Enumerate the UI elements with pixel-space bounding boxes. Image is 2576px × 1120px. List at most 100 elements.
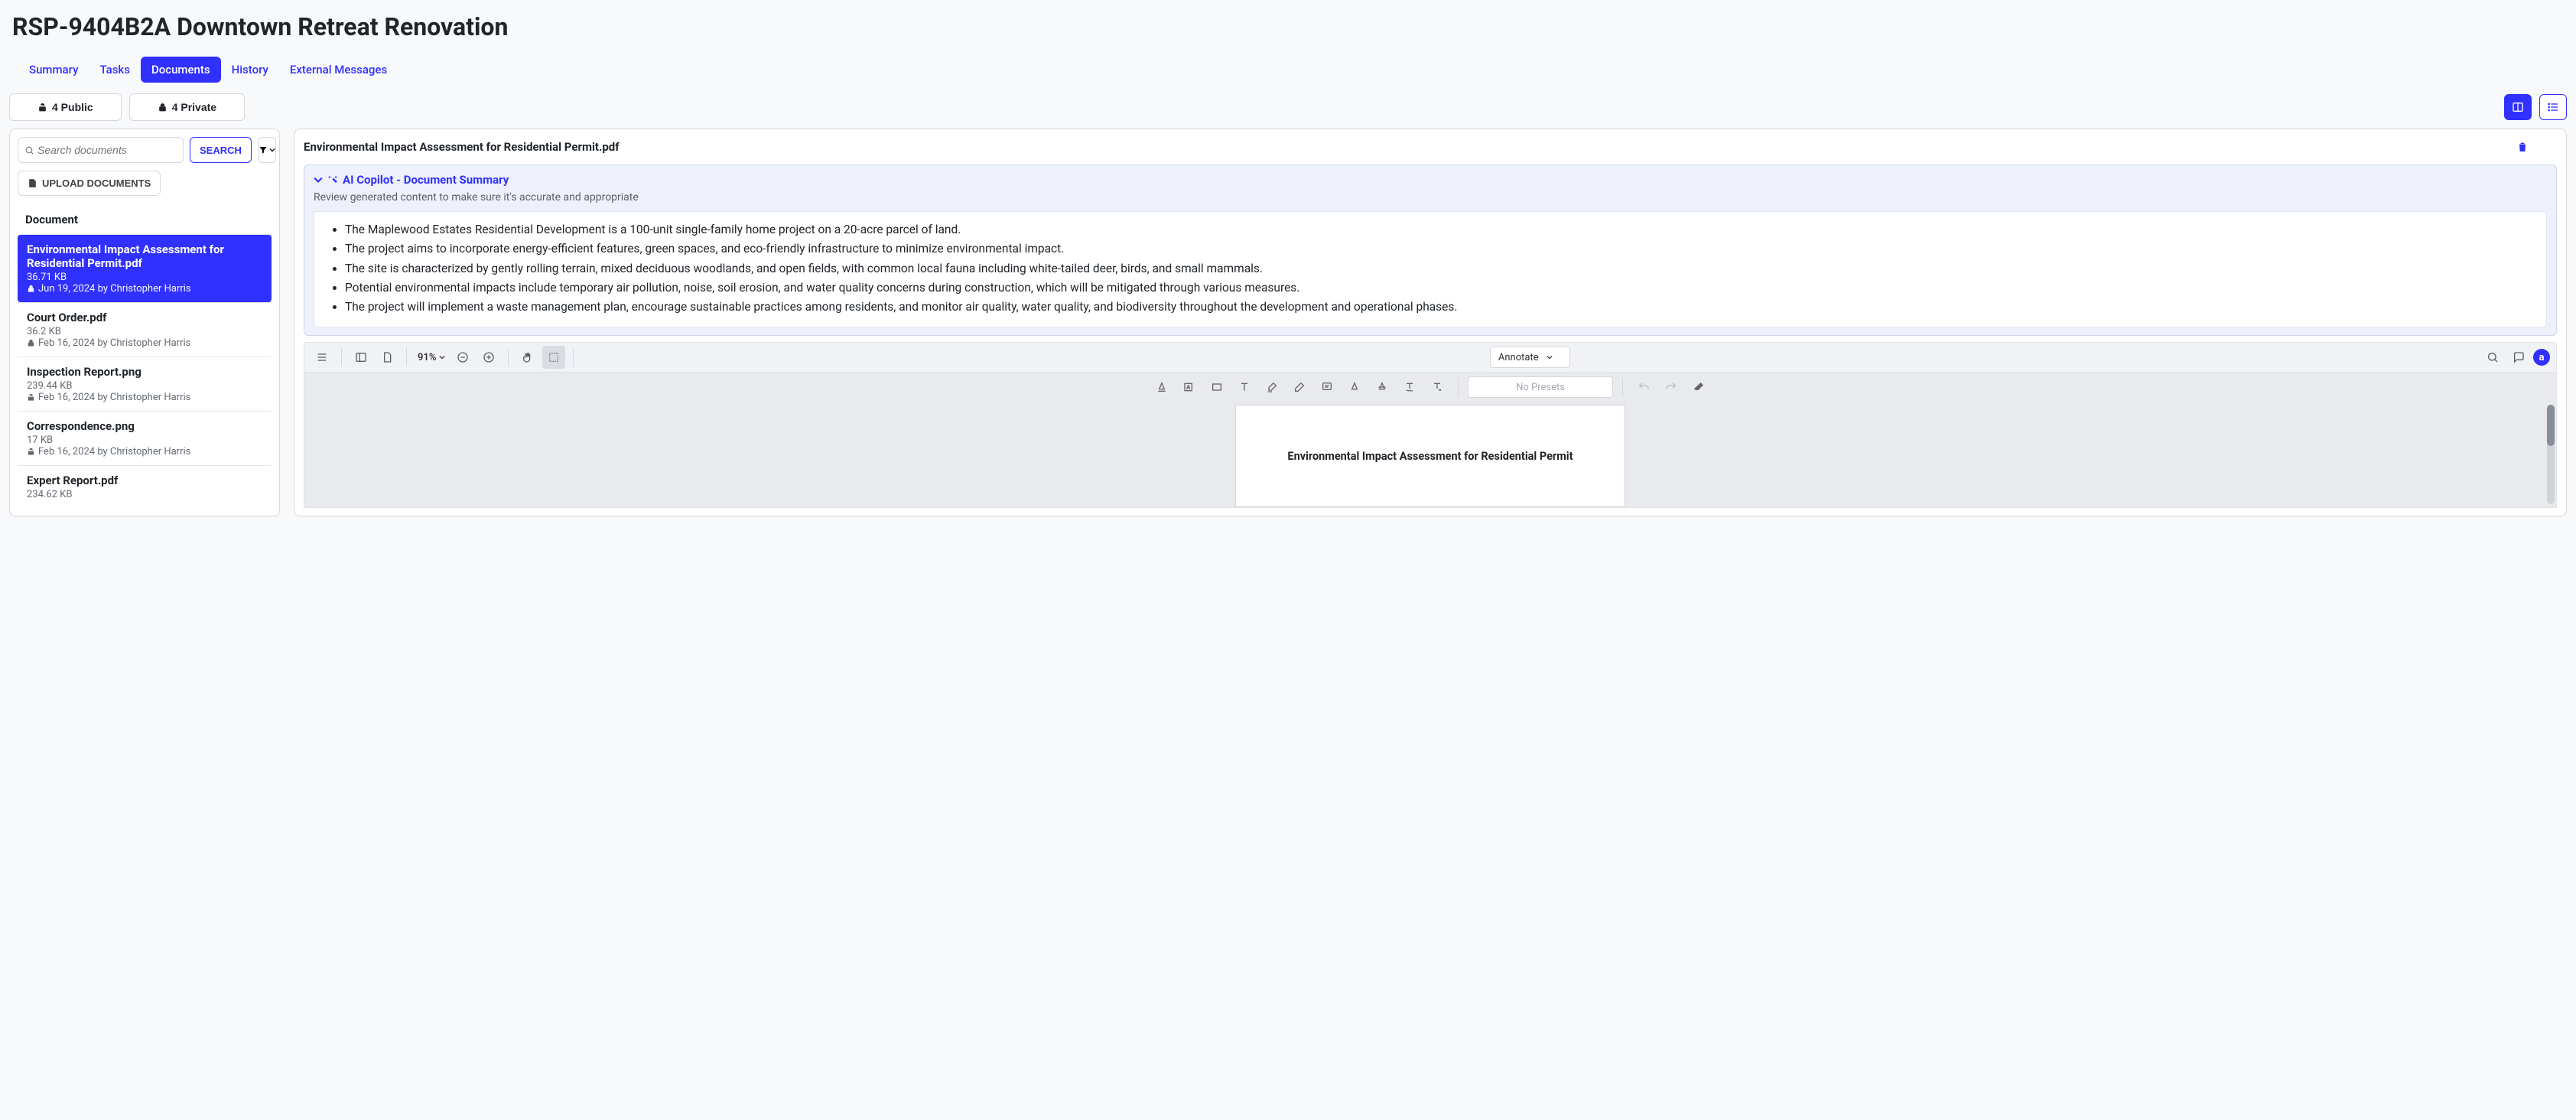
document-meta: Jun 19, 2024 by Christopher Harris bbox=[27, 283, 262, 295]
document-size: 239.44 KB bbox=[27, 380, 262, 392]
document-size: 36.71 KB bbox=[27, 272, 262, 283]
search-button[interactable]: SEARCH bbox=[190, 137, 252, 163]
strikethrough-icon[interactable] bbox=[1371, 376, 1394, 399]
document-size: 17 KB bbox=[27, 435, 262, 446]
pdf-page-preview: Environmental Impact Assessment for Resi… bbox=[1235, 405, 1625, 507]
search-icon bbox=[24, 145, 34, 155]
summary-list: The Maplewood Estates Residential Develo… bbox=[325, 221, 2535, 316]
upload-documents-button[interactable]: UPLOAD DOCUMENTS bbox=[18, 171, 161, 196]
preview-heading: Environmental Impact Assessment for Resi… bbox=[1287, 450, 1573, 463]
menu-icon[interactable] bbox=[311, 346, 333, 369]
document-item[interactable]: Court Order.pdf 36.2 KB Feb 16, 2024 by … bbox=[18, 302, 272, 357]
redo-icon[interactable] bbox=[1660, 376, 1683, 399]
documents-sidebar: SEARCH UPLOAD DOCUMENTS Document Environ… bbox=[9, 129, 280, 516]
lock-icon bbox=[158, 103, 168, 112]
zoom-value: 91% bbox=[418, 352, 436, 363]
insert-text-icon[interactable] bbox=[1426, 376, 1449, 399]
summary-item: The site is characterized by gently roll… bbox=[345, 260, 2535, 278]
unlock-icon bbox=[27, 448, 35, 456]
search-input[interactable] bbox=[37, 144, 177, 156]
squiggly-icon[interactable] bbox=[1398, 376, 1421, 399]
document-title: Environmental Impact Assessment for Resi… bbox=[304, 140, 620, 154]
delete-button[interactable] bbox=[2513, 137, 2532, 157]
freehand-icon[interactable] bbox=[1288, 376, 1311, 399]
document-item[interactable]: Expert Report.pdf 234.62 KB bbox=[18, 465, 272, 508]
lock-icon bbox=[27, 285, 35, 293]
document-name: Correspondence.png bbox=[27, 419, 262, 433]
document-viewer-panel: Environmental Impact Assessment for Resi… bbox=[294, 129, 2567, 516]
document-meta: Feb 16, 2024 by Christopher Harris bbox=[27, 392, 262, 403]
document-item[interactable]: Environmental Impact Assessment for Resi… bbox=[18, 234, 272, 302]
tab-documents[interactable]: Documents bbox=[141, 57, 221, 83]
text-box-icon[interactable] bbox=[1178, 376, 1201, 399]
viewer-toolbar-annotation: No Presets bbox=[304, 373, 2557, 402]
select-icon[interactable] bbox=[542, 346, 565, 369]
tab-summary[interactable]: Summary bbox=[18, 57, 89, 83]
summary-item: The project aims to incorporate energy-e… bbox=[345, 240, 2535, 258]
search-in-doc-icon[interactable] bbox=[2481, 346, 2504, 369]
document-list: Environmental Impact Assessment for Resi… bbox=[18, 234, 272, 508]
zoom-out-icon[interactable] bbox=[451, 346, 474, 369]
document-name: Environmental Impact Assessment for Resi… bbox=[27, 243, 262, 270]
tab-tasks[interactable]: Tasks bbox=[89, 57, 141, 83]
document-meta: Feb 16, 2024 by Christopher Harris bbox=[27, 446, 262, 457]
comment-icon[interactable] bbox=[2507, 346, 2530, 369]
file-upload-icon bbox=[28, 178, 37, 188]
rectangle-icon[interactable] bbox=[1205, 376, 1228, 399]
document-name: Expert Report.pdf bbox=[27, 474, 262, 487]
vertical-scrollbar[interactable] bbox=[2547, 405, 2555, 504]
free-text-icon[interactable] bbox=[1233, 376, 1256, 399]
zoom-level[interactable]: 91% bbox=[415, 352, 448, 363]
public-filter-button[interactable]: 4 Public bbox=[9, 93, 122, 121]
pan-icon[interactable] bbox=[516, 346, 539, 369]
document-size: 36.2 KB bbox=[27, 326, 262, 337]
page-title: RSP-9404B2A Downtown Retreat Renovation bbox=[9, 12, 2567, 41]
chevron-down-icon bbox=[439, 354, 445, 360]
tab-external-messages[interactable]: External Messages bbox=[279, 57, 398, 83]
document-size: 234.62 KB bbox=[27, 489, 262, 500]
unlock-icon bbox=[37, 103, 47, 112]
document-item[interactable]: Inspection Report.png 239.44 KB Feb 16, … bbox=[18, 357, 272, 411]
document-meta: Feb 16, 2024 by Christopher Harris bbox=[27, 337, 262, 349]
copilot-note: Review generated content to make sure it… bbox=[314, 191, 2547, 203]
document-name: Court Order.pdf bbox=[27, 311, 262, 324]
zoom-in-icon[interactable] bbox=[477, 346, 500, 369]
view-split-button[interactable] bbox=[2504, 94, 2532, 120]
note-icon[interactable] bbox=[1316, 376, 1338, 399]
page-mode-icon[interactable] bbox=[376, 346, 398, 369]
undo-icon[interactable] bbox=[1632, 376, 1655, 399]
chevron-down-icon bbox=[1547, 354, 1553, 360]
private-filter-label: 4 Private bbox=[172, 101, 216, 113]
download-button[interactable] bbox=[2537, 137, 2557, 157]
lock-icon bbox=[27, 339, 35, 347]
summary-item: The project will implement a waste manag… bbox=[345, 298, 2535, 316]
upload-documents-label: UPLOAD DOCUMENTS bbox=[42, 177, 151, 189]
document-name: Inspection Report.png bbox=[27, 365, 262, 379]
viewer-toolbar-primary: 91% Annotate a bbox=[304, 342, 2557, 373]
text-underline-icon[interactable] bbox=[1150, 376, 1173, 399]
search-input-wrap bbox=[18, 137, 184, 163]
summary-item: Potential environmental impacts include … bbox=[345, 279, 2535, 297]
summary-item: The Maplewood Estates Residential Develo… bbox=[345, 221, 2535, 239]
document-item[interactable]: Correspondence.png 17 KB Feb 16, 2024 by… bbox=[18, 411, 272, 465]
tabs: SummaryTasksDocumentsHistoryExternal Mes… bbox=[9, 57, 2567, 83]
text-highlight-icon[interactable] bbox=[1343, 376, 1366, 399]
unlock-icon bbox=[27, 393, 35, 402]
view-list-button[interactable] bbox=[2539, 94, 2567, 120]
filter-button[interactable] bbox=[258, 137, 276, 163]
presets-dropdown[interactable]: No Presets bbox=[1468, 376, 1613, 398]
public-filter-label: 4 Public bbox=[52, 101, 93, 113]
private-filter-button[interactable]: 4 Private bbox=[129, 93, 245, 121]
eraser-icon[interactable] bbox=[1687, 376, 1710, 399]
tab-history[interactable]: History bbox=[221, 57, 279, 83]
info-icon[interactable]: a bbox=[2533, 349, 2550, 366]
annotate-label: Annotate bbox=[1498, 352, 1539, 363]
chevron-down-icon bbox=[269, 147, 275, 153]
document-list-header: Document bbox=[18, 208, 272, 234]
panel-toggle-icon[interactable] bbox=[350, 346, 372, 369]
copilot-title: AI Copilot - Document Summary bbox=[343, 173, 509, 187]
chevron-down-icon[interactable] bbox=[314, 175, 323, 184]
filter-icon bbox=[259, 145, 268, 155]
annotate-dropdown[interactable]: Annotate bbox=[1490, 347, 1570, 368]
highlight-icon[interactable] bbox=[1260, 376, 1283, 399]
